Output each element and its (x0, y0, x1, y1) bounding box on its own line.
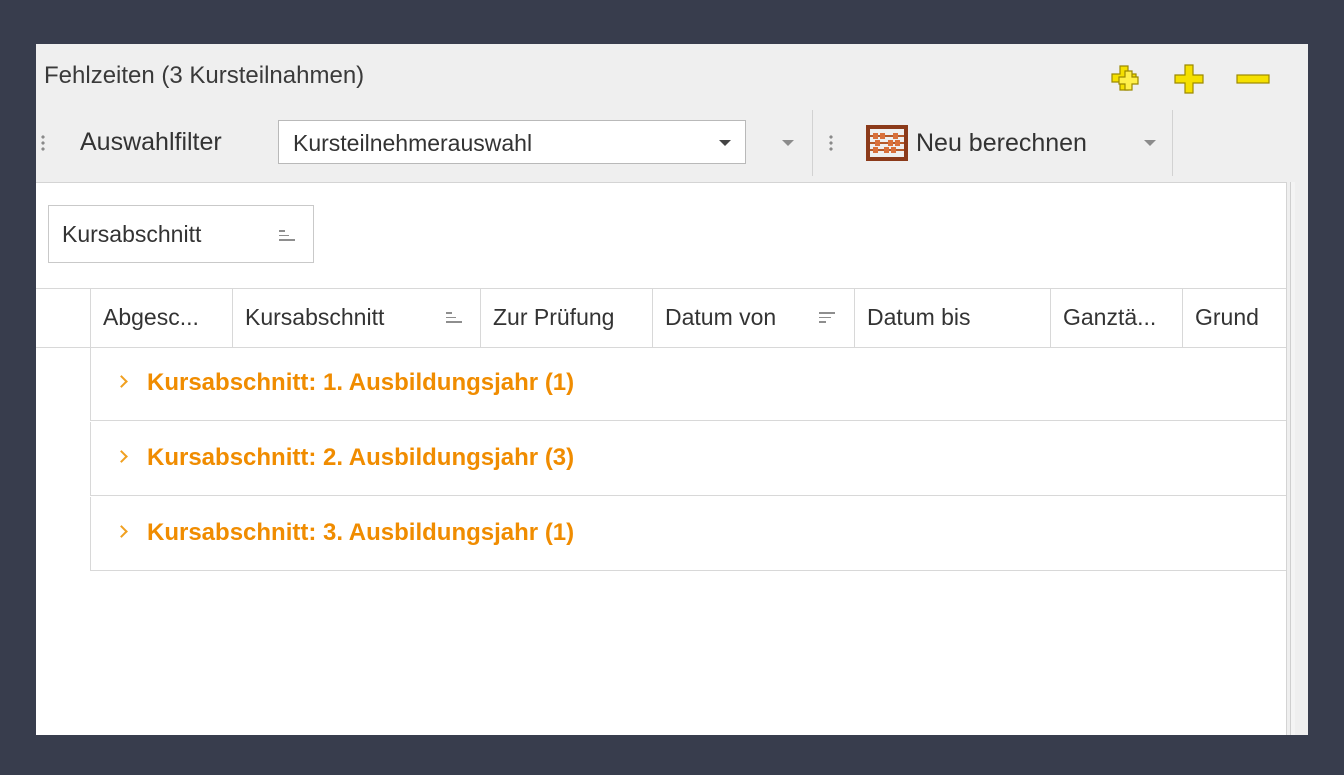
panel-title: Fehlzeiten (3 Kursteilnahmen) (44, 62, 365, 89)
column-header-label: Abgesc... (103, 304, 199, 330)
remove-icon[interactable] (1234, 60, 1272, 98)
chevron-right-icon[interactable] (115, 450, 128, 463)
grid-header: Abgesc... Kursabschnitt Zur Prüfung Datu… (36, 288, 1286, 348)
add-icon[interactable] (1170, 60, 1208, 98)
column-header-label: Kursabschnitt (245, 304, 385, 330)
recalculate-label: Neu berechnen (916, 128, 1087, 157)
column-header-label: Datum bis (867, 304, 971, 330)
title-actions (1080, 60, 1272, 98)
recalculate-button[interactable]: Neu berechnen (866, 120, 1087, 166)
toolbar-grip[interactable] (40, 134, 46, 152)
group-row-label: Kursabschnitt: 1. Ausbildungsjahr (1) (147, 369, 575, 396)
sort-descending-icon (819, 312, 835, 326)
column-header-label: Datum von (665, 304, 777, 330)
column-header-label: Ganztä... (1063, 304, 1157, 330)
chevron-right-icon[interactable] (115, 375, 128, 388)
filter-label: Auswahlfilter (80, 128, 222, 156)
group-row[interactable]: Kursabschnitt: 3. Ausbildungsjahr (1) (90, 497, 1286, 571)
column-header-datum-bis[interactable]: Datum bis (854, 289, 1050, 347)
group-row[interactable]: Kursabschnitt: 1. Ausbildungsjahr (1) (90, 347, 1286, 421)
grid-content: Kursabschnitt Abgesc... Kursabschnitt Zu… (36, 182, 1287, 735)
chevron-right-icon[interactable] (115, 525, 128, 538)
group-by-chip-label: Kursabschnitt (62, 221, 202, 247)
column-header-ganztaegig[interactable]: Ganztä... (1050, 289, 1182, 347)
add-multiple-icon[interactable] (1106, 60, 1144, 98)
group-by-chip[interactable]: Kursabschnitt (48, 205, 314, 263)
toolbar-separator (812, 110, 813, 176)
filter-combobox[interactable]: Kursteilnehmerauswahl (278, 120, 746, 164)
group-row-label: Kursabschnitt: 3. Ausbildungsjahr (1) (147, 519, 575, 546)
chevron-down-icon[interactable] (719, 140, 731, 146)
column-header-label: Grund (1195, 304, 1259, 330)
abacus-icon (866, 125, 908, 161)
column-header-datum-von[interactable]: Datum von (652, 289, 854, 347)
scrollbar-track[interactable] (1290, 182, 1295, 735)
toolbar: Auswahlfilter Kursteilnehmerauswahl Neu … (36, 110, 1176, 176)
column-header-abgeschlossen[interactable]: Abgesc... (90, 289, 232, 347)
filter-dropdown-icon[interactable] (782, 140, 794, 146)
column-header-grund[interactable]: Grund (1182, 289, 1286, 347)
sort-ascending-icon (279, 230, 295, 244)
column-header-label: Zur Prüfung (493, 304, 615, 330)
sort-ascending-icon (446, 312, 462, 326)
fehlzeiten-panel: Fehlzeiten (3 Kursteilnahmen) Auswahlfil… (36, 44, 1308, 735)
filter-combobox-value: Kursteilnehmerauswahl (293, 130, 533, 156)
toolbar-grip[interactable] (828, 134, 834, 152)
column-header-kursabschnitt[interactable]: Kursabschnitt (232, 289, 480, 347)
toolbar-separator (1172, 110, 1173, 176)
recalculate-dropdown-icon[interactable] (1144, 140, 1156, 146)
group-row-label: Kursabschnitt: 2. Ausbildungsjahr (3) (147, 444, 575, 471)
column-header-zur-pruefung[interactable]: Zur Prüfung (480, 289, 652, 347)
group-row[interactable]: Kursabschnitt: 2. Ausbildungsjahr (3) (90, 422, 1286, 496)
